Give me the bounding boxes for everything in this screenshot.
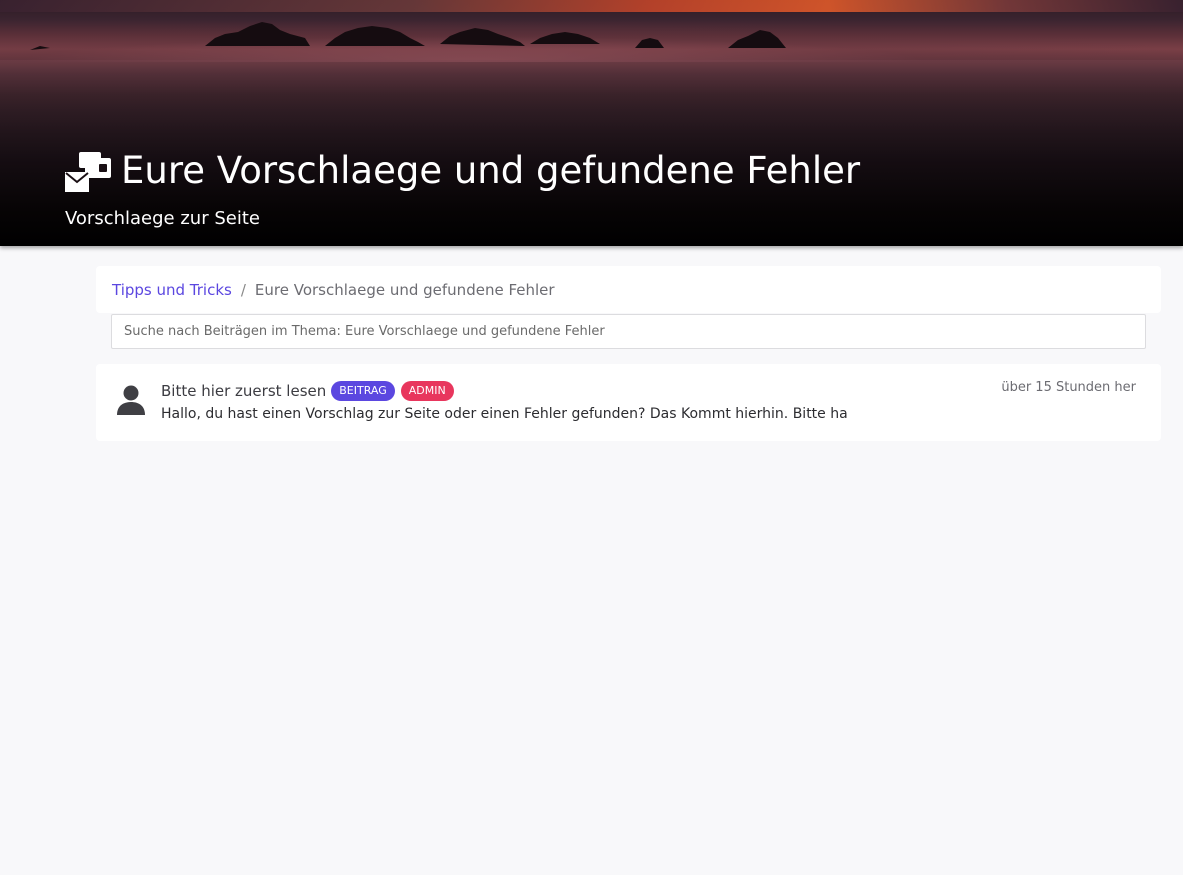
breadcrumb-current: Eure Vorschlaege und gefundene Fehler [254,280,555,299]
user-icon [117,385,145,415]
list-item[interactable]: Bitte hier zuerst lesen BEITRAG ADMIN üb… [96,364,1161,441]
breadcrumb: Tipps und Tricks / Eure Vorschlaege und … [96,266,1161,313]
page-subtitle: Vorschlaege zur Seite [65,208,260,229]
mail-bulk-icon [65,152,111,192]
post-excerpt: Hallo, du hast einen Vorschlag zur Seite… [161,406,848,422]
post-timestamp: über 15 Stunden her [1001,380,1136,395]
hero-mist [0,60,1183,130]
hero-banner: Eure Vorschlaege und gefundene Fehler Vo… [0,0,1183,246]
page-header: Eure Vorschlaege und gefundene Fehler [65,148,860,194]
post-title[interactable]: Bitte hier zuerst lesen [161,382,326,400]
breadcrumb-link-tipps-und-tricks[interactable]: Tipps und Tricks [112,281,232,299]
search-input[interactable] [111,314,1146,349]
badge-admin: ADMIN [400,381,454,401]
breadcrumb-separator: / [240,280,246,299]
page-title: Eure Vorschlaege und gefundene Fehler [121,149,861,192]
hero-trees-silhouette [30,22,786,50]
badge-beitrag: BEITRAG [331,381,395,401]
post-title-row: Bitte hier zuerst lesen BEITRAG ADMIN [161,381,460,401]
